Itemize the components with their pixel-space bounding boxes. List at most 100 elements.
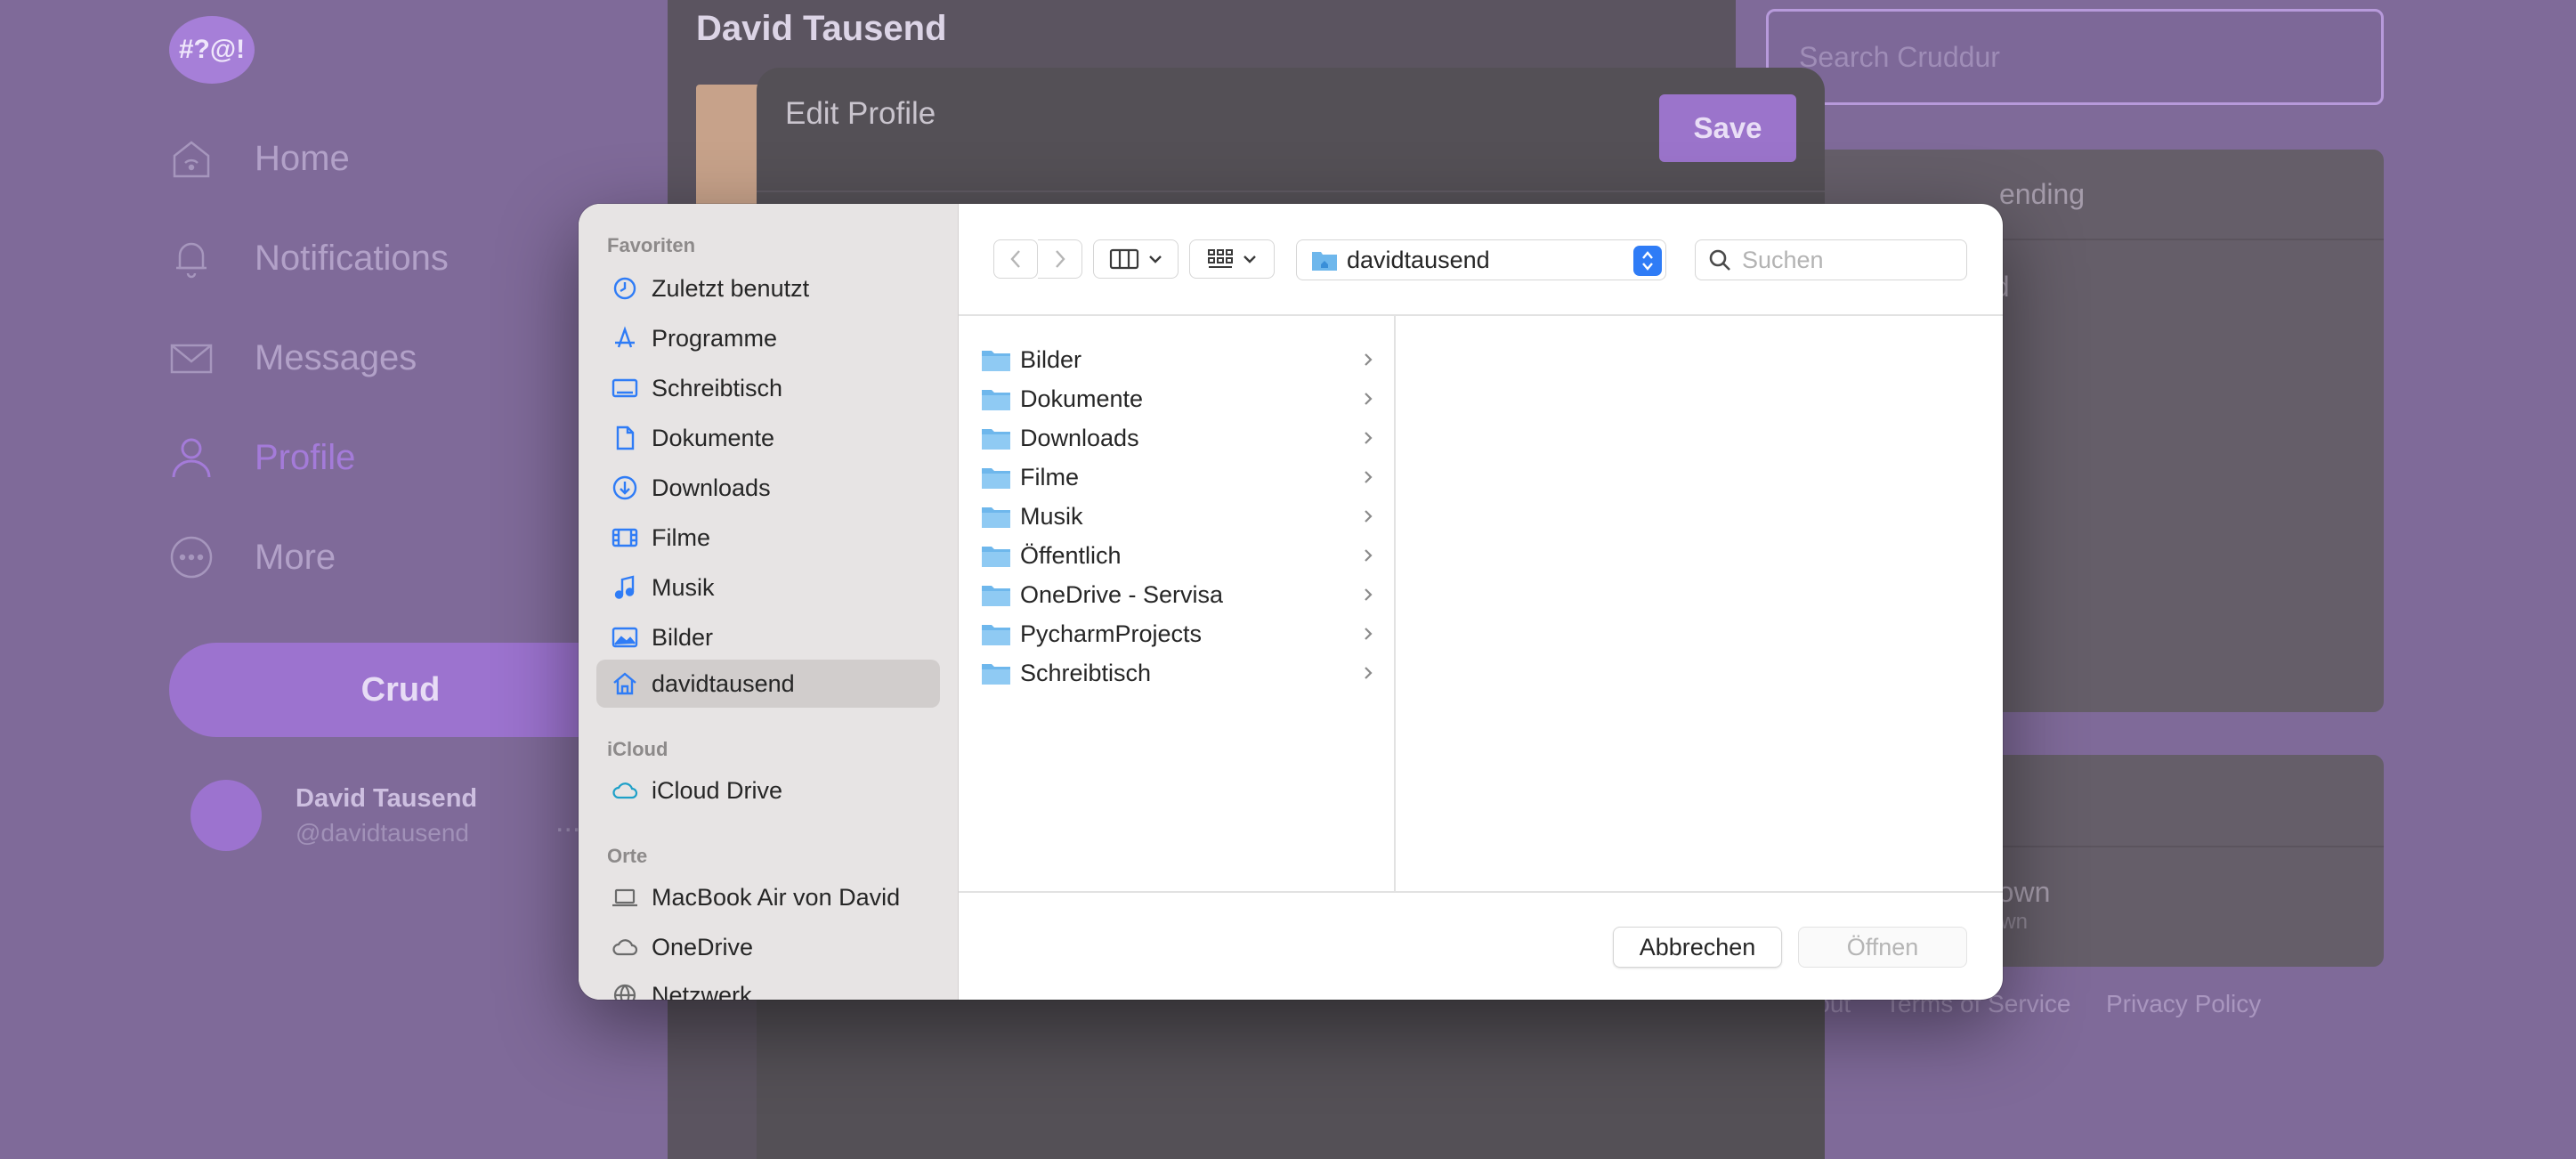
cloud-icon <box>612 782 638 799</box>
footer-privacy-link[interactable]: Privacy Policy <box>2106 990 2261 1018</box>
folder-row[interactable]: Schreibtisch <box>981 654 1380 692</box>
sidebar-item-macbook[interactable]: MacBook Air von David <box>596 873 940 921</box>
chevron-right-icon <box>1365 471 1373 483</box>
sidebar-item-label: Dokumente <box>652 424 775 451</box>
sidebar-item-home[interactable]: davidtausend <box>596 660 940 708</box>
save-button[interactable]: Save <box>1659 94 1796 162</box>
path-label: davidtausend <box>1347 246 1490 273</box>
search-input[interactable] <box>1742 246 1947 274</box>
apps-icon <box>615 326 635 348</box>
folder-name: Schreibtisch <box>1020 659 1152 686</box>
sidebar-item-onedrive[interactable]: OneDrive <box>596 923 940 971</box>
home-icon <box>613 672 636 695</box>
ellipsis-circle-icon <box>170 536 213 579</box>
sidebar-item-label: davidtausend <box>652 669 795 697</box>
view-mode-button[interactable] <box>1093 239 1179 279</box>
envelope-icon <box>170 344 213 374</box>
sidebar-item-label: Bilder <box>652 623 714 651</box>
folder-row[interactable]: Bilder <box>981 341 1380 378</box>
chevron-down-icon <box>1243 255 1256 263</box>
back-button[interactable] <box>993 239 1038 279</box>
folder-row[interactable]: OneDrive - Servisa <box>981 576 1380 613</box>
edit-profile-divider <box>757 190 1825 192</box>
cloud-icon <box>612 939 638 956</box>
folder-row[interactable]: Downloads <box>981 419 1380 457</box>
sidebar-item-icloud-drive[interactable]: iCloud Drive <box>596 766 940 815</box>
cancel-button[interactable]: Abbrechen <box>1613 927 1782 968</box>
sidebar-item-recents[interactable]: Zuletzt benutzt <box>596 264 940 312</box>
folder-name: Öffentlich <box>1020 541 1122 569</box>
laptop-icon <box>612 888 637 907</box>
folder-row[interactable]: Filme <box>981 458 1380 496</box>
sidebar-item-applications[interactable]: Programme <box>596 314 940 362</box>
desktop-icon <box>612 378 638 398</box>
sidebar-item-label: Netzwerk <box>652 981 752 1001</box>
open-button[interactable]: Öffnen <box>1798 927 1967 968</box>
home-icon <box>173 141 210 178</box>
group-button[interactable] <box>1189 239 1275 279</box>
globe-icon <box>613 984 636 1000</box>
document-icon <box>616 426 635 450</box>
folder-row[interactable]: Dokumente <box>981 380 1380 417</box>
search-cruddur-input[interactable]: Search Cruddur <box>1766 9 2384 105</box>
sidebar-item-network[interactable]: Netzwerk <box>596 971 940 1000</box>
icloud-section-title: iCloud <box>607 738 668 760</box>
trending-title: ending <box>1999 178 2086 210</box>
app-logo[interactable]: #?@! <box>169 16 255 84</box>
nav-notifications[interactable]: Notifications <box>169 231 449 285</box>
chevron-right-icon <box>1365 667 1373 679</box>
download-icon <box>612 475 637 500</box>
sidebar-item-music[interactable]: Musik <box>596 563 940 612</box>
popup-arrows-icon <box>1633 246 1662 276</box>
sidebar-item-desktop[interactable]: Schreibtisch <box>596 364 940 412</box>
folder-icon <box>982 664 1010 685</box>
sidebar-item-label: Zuletzt benutzt <box>652 274 810 302</box>
forward-button[interactable] <box>1038 239 1082 279</box>
folder-row[interactable]: Musik <box>981 498 1380 535</box>
sidebar-item-label: Filme <box>652 523 710 551</box>
sidebar-item-documents[interactable]: Dokumente <box>596 414 940 462</box>
sidebar-item-movies[interactable]: Filme <box>596 514 940 562</box>
user-name: David Tausend <box>296 783 478 813</box>
search-icon <box>1709 249 1730 271</box>
folder-icon <box>982 625 1010 645</box>
columns-icon <box>1109 248 1139 270</box>
folder-name: OneDrive - Servisa <box>1020 580 1224 608</box>
chevron-right-icon <box>1365 549 1373 562</box>
chevron-right-icon <box>1365 510 1373 523</box>
nav-profile-label: Profile <box>255 437 356 477</box>
nav-more[interactable]: More <box>169 531 336 584</box>
nav-profile[interactable]: Profile <box>169 431 355 484</box>
sidebar-item-label: Musik <box>652 573 715 601</box>
bell-icon <box>176 242 207 279</box>
folder-name: Downloads <box>1020 424 1139 451</box>
folder-row[interactable]: Öffentlich <box>981 537 1380 574</box>
grid-icon <box>1208 249 1233 268</box>
nav-home[interactable]: Home <box>169 132 350 185</box>
chevron-down-icon <box>1149 255 1162 263</box>
folder-icon <box>982 351 1010 371</box>
sidebar-item-label: iCloud Drive <box>652 776 783 804</box>
clock-icon <box>613 277 636 300</box>
film-icon <box>612 528 638 547</box>
search-field[interactable] <box>1695 239 1967 280</box>
sidebar-item-pictures[interactable]: Bilder <box>596 613 940 661</box>
folder-icon <box>982 507 1010 528</box>
crud-button[interactable]: Crud <box>169 643 632 737</box>
footer-divider <box>959 891 2003 893</box>
avatar <box>190 780 262 851</box>
chevron-right-icon <box>1365 432 1373 444</box>
sidebar-item-downloads[interactable]: Downloads <box>596 464 940 512</box>
nav-messages[interactable]: Messages <box>169 331 417 385</box>
column-separator[interactable] <box>1394 316 1396 891</box>
user-card[interactable]: David Tausend @davidtausend <box>190 780 477 851</box>
music-note-icon <box>614 575 635 599</box>
user-more-button[interactable]: ... <box>555 805 580 839</box>
sidebar-item-label: Schreibtisch <box>652 374 783 401</box>
folder-row[interactable]: PycharmProjects <box>981 615 1380 652</box>
sidebar-item-label: OneDrive <box>652 933 754 960</box>
chevron-left-icon <box>1010 250 1020 268</box>
folder-icon <box>982 390 1010 410</box>
dialog-sidebar: Favoriten Zuletzt benutzt Programme Schr… <box>579 204 959 1000</box>
path-popup-button[interactable]: davidtausend <box>1296 239 1666 280</box>
